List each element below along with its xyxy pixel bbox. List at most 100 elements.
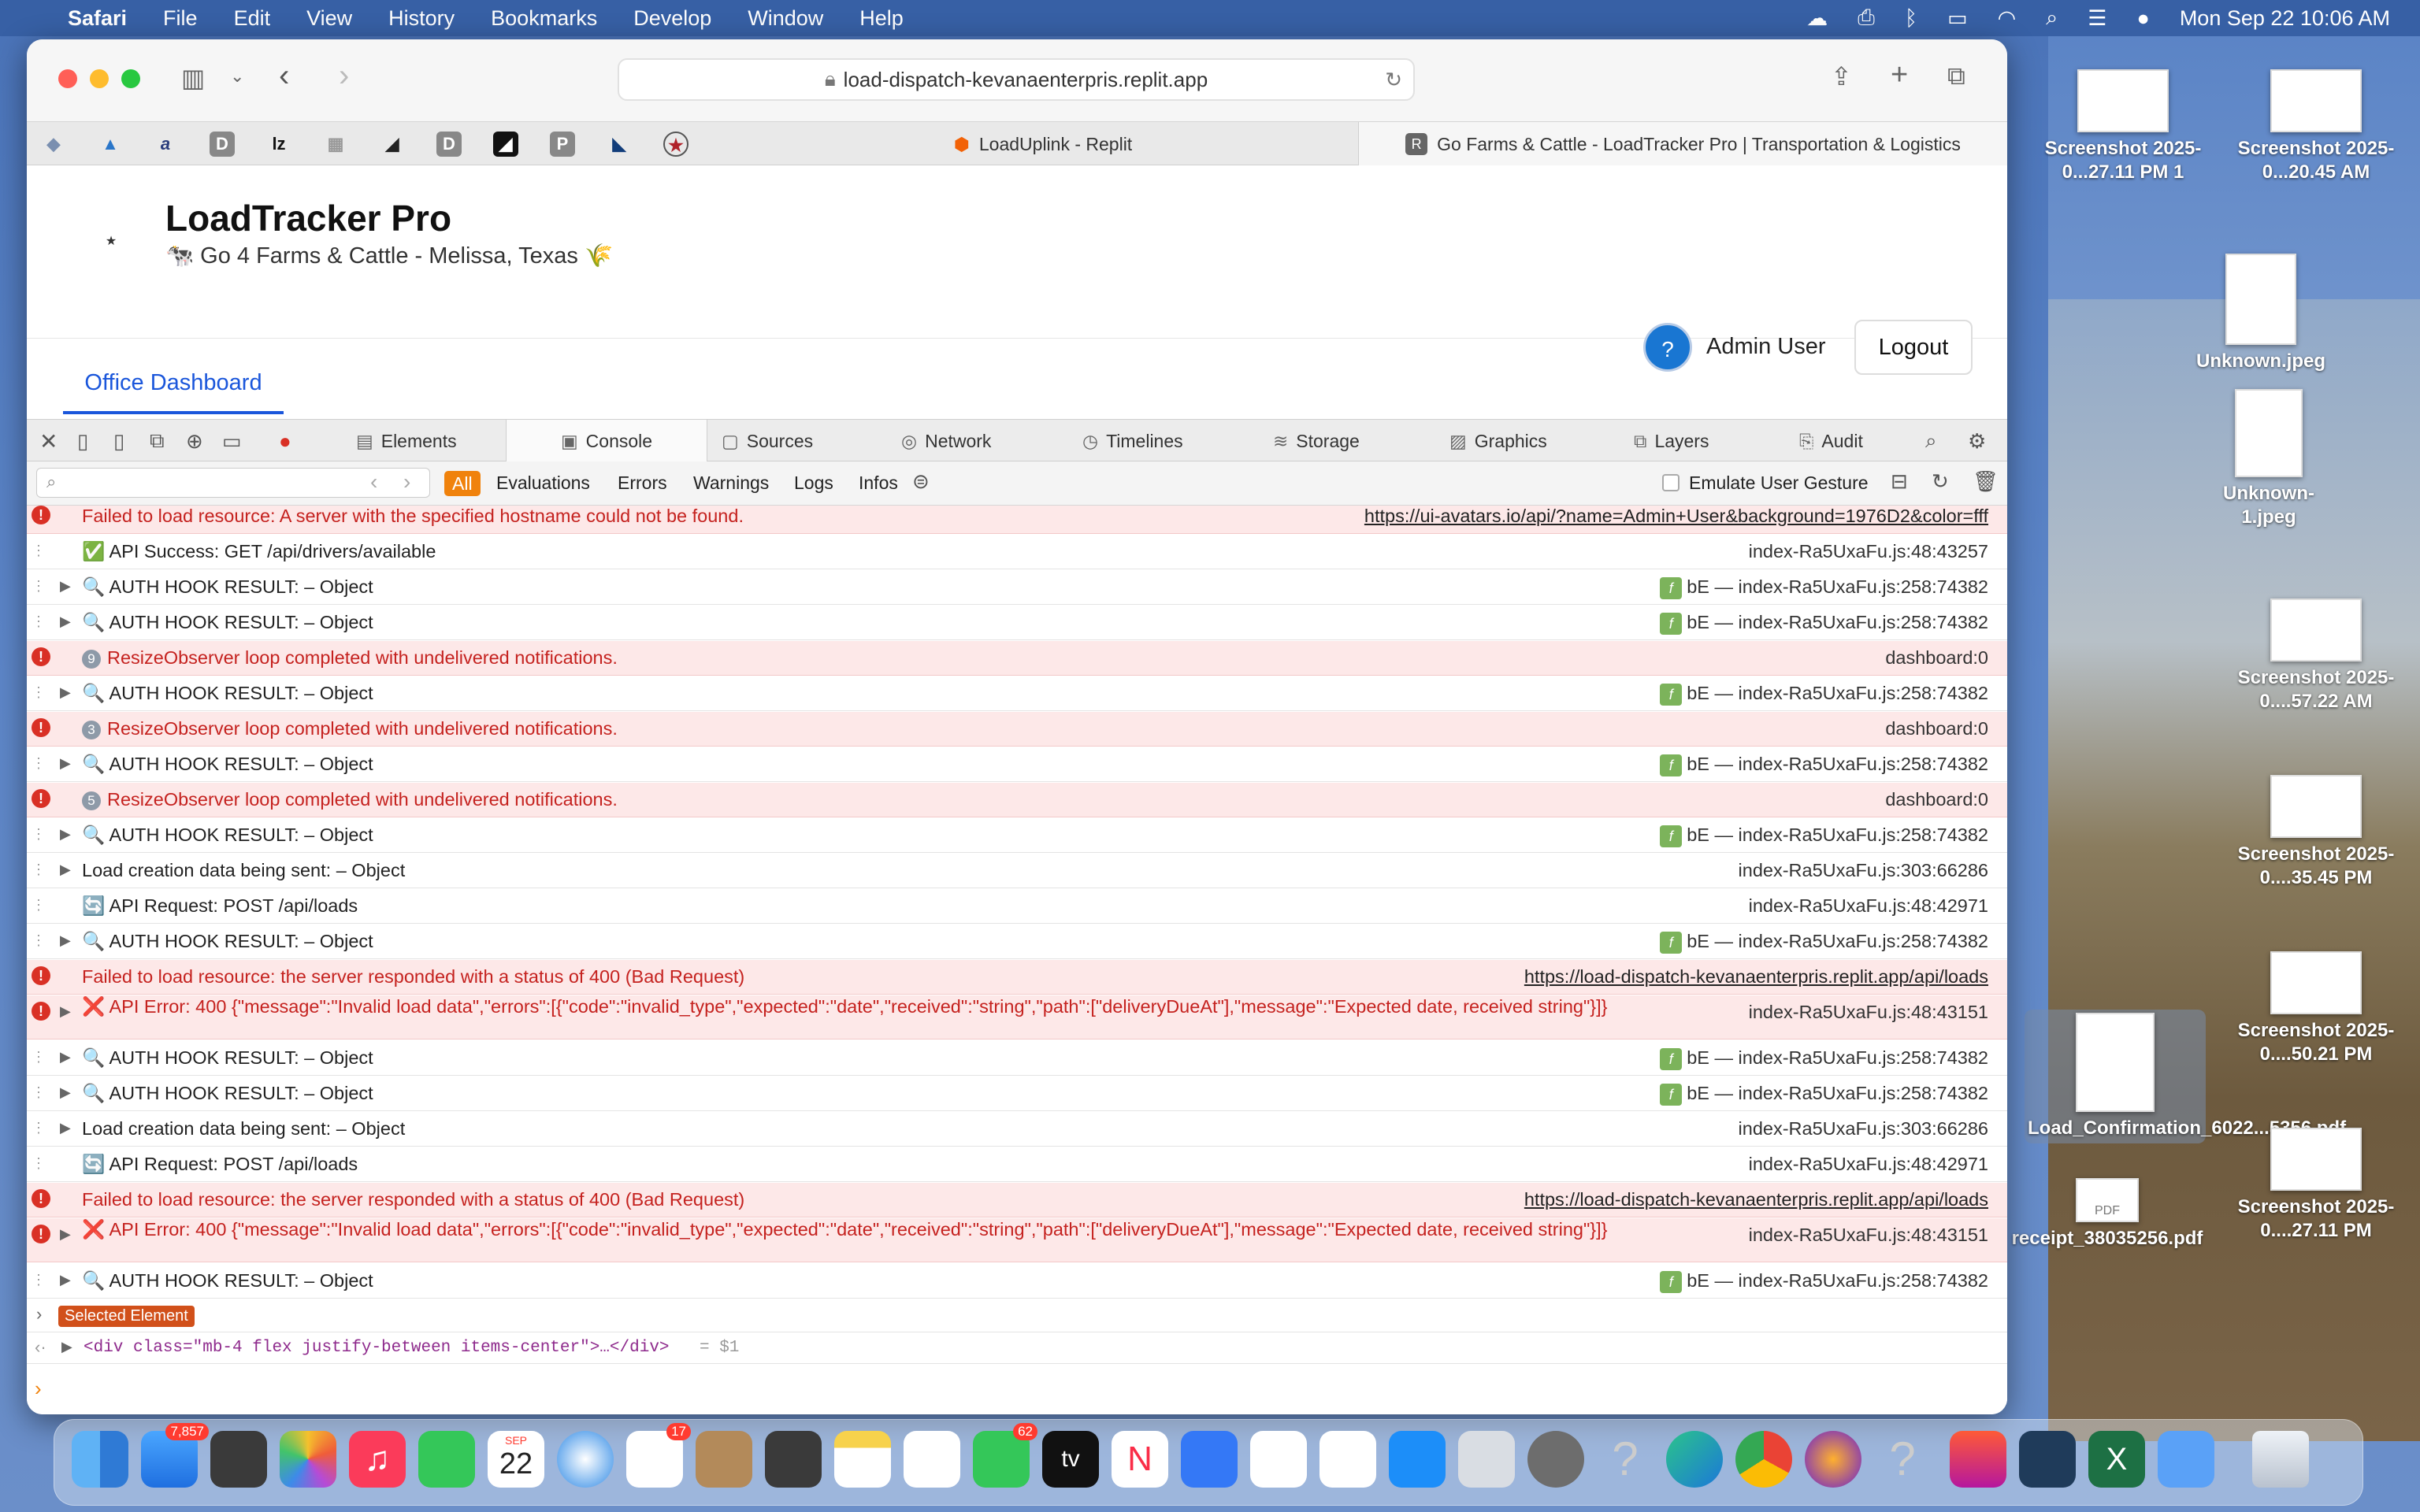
source-location[interactable]: index-Ra5UxaFu.js:258:74382 — [1739, 612, 1988, 632]
console-source[interactable]: fbE — index-Ra5UxaFu.js:258:74382 — [1660, 576, 1988, 599]
desktop-file-screenshot[interactable]: Screenshot 2025-0....57.22 AM — [2221, 598, 2411, 713]
close-window-button[interactable] — [58, 69, 77, 88]
tab-loadtracker-pro[interactable]: R Go Farms & Cattle - LoadTracker Pro | … — [1358, 122, 2007, 166]
chrome-icon[interactable] — [1735, 1431, 1792, 1488]
console-source[interactable]: fbE — index-Ra5UxaFu.js:258:74382 — [1660, 1047, 1988, 1070]
console-log-row[interactable]: ⋮ 🔄 API Request: POST /api/loads index-Ra5… — [27, 1147, 2007, 1182]
search-icon[interactable]: ⌕ — [1925, 420, 1937, 462]
tab-audit[interactable]: ⎘ Audit — [1799, 420, 1863, 462]
user-avatar[interactable]: ? — [1643, 323, 1692, 372]
back-button[interactable]: ‹ — [279, 58, 289, 94]
desktop-file-image[interactable]: Unknown-1.jpeg — [2198, 389, 2340, 529]
desktop-file-screenshot[interactable]: Screenshot 2025-0....35.45 PM — [2221, 775, 2411, 890]
tab-storage[interactable]: ≋ Storage — [1273, 420, 1360, 462]
console-log-row[interactable]: ⋮ ▶ Load creation data being sent: – Objec… — [27, 1112, 2007, 1147]
spotlight-search-icon[interactable]: ⌕ — [2046, 6, 2058, 31]
siri-icon[interactable]: ● — [2137, 6, 2150, 31]
expand-triangle-icon[interactable]: ▶ — [60, 932, 71, 949]
expand-triangle-icon[interactable]: ▶ — [60, 1272, 71, 1288]
console-source[interactable]: index-Ra5UxaFu.js:48:43257 — [1749, 541, 1988, 562]
tab-graphics[interactable]: ▨ Graphics — [1449, 420, 1547, 462]
source-location[interactable]: index-Ra5UxaFu.js:258:74382 — [1739, 931, 1988, 951]
contacts-icon[interactable] — [696, 1431, 752, 1488]
error-indicator-icon[interactable]: ● — [279, 420, 291, 462]
tab-sources[interactable]: ▢ Sources — [722, 420, 813, 462]
source-location[interactable]: https://load-dispatch-kevanaenterpris.re… — [1524, 1189, 1988, 1210]
expand-triangle-icon[interactable]: ▶ — [60, 578, 71, 595]
console-settings-icon[interactable]: ⊟ — [1891, 469, 1908, 494]
tab-network[interactable]: ◎ Network — [901, 420, 991, 462]
console-error-row[interactable]: ! ▶ ❌ API Error: 400 {"message":"Invalid l… — [27, 1218, 2007, 1262]
missing-app-icon[interactable]: ? — [1597, 1431, 1654, 1488]
selected-element-code[interactable]: <div class="mb-4 flex justify-between it… — [84, 1339, 670, 1357]
music-icon[interactable]: ♫ — [349, 1431, 406, 1488]
console-source[interactable]: fbE — index-Ra5UxaFu.js:258:74382 — [1660, 931, 1988, 954]
trash-icon[interactable] — [2252, 1431, 2309, 1488]
source-location[interactable]: dashboard:0 — [1885, 647, 1988, 668]
pinned-tab-favicon[interactable]: lz — [266, 132, 291, 157]
console-source[interactable]: dashboard:0 — [1885, 647, 1988, 669]
console-log-row[interactable]: ⋮ ▶ Load creation data being sent: – Objec… — [27, 854, 2007, 888]
desktop-file-screenshot[interactable]: Screenshot 2025-0....27.11 PM — [2221, 1128, 2411, 1243]
logout-button[interactable]: Logout — [1854, 320, 1973, 375]
reload-icon[interactable]: ↻ — [1932, 469, 1949, 494]
gear-icon[interactable]: ⚙ — [1968, 420, 1986, 462]
tab-overview-icon[interactable]: ⧉ — [1947, 61, 1965, 91]
inspect-element-icon[interactable]: ⊕ — [186, 420, 203, 462]
photos-icon[interactable] — [280, 1431, 336, 1488]
expand-triangle-icon[interactable]: ▶ — [61, 1339, 72, 1355]
console-source[interactable]: index-Ra5UxaFu.js:48:43151 — [1749, 1002, 1988, 1023]
source-location[interactable]: dashboard:0 — [1885, 718, 1988, 739]
menu-bookmarks[interactable]: Bookmarks — [491, 6, 597, 31]
console-log-row[interactable]: ⋮ ▶ 🔍 AUTH HOOK RESULT: – Object fbE — inde… — [27, 1264, 2007, 1299]
expand-triangle-icon[interactable]: ▶ — [60, 684, 71, 701]
tab-timelines[interactable]: ◷ Timelines — [1082, 420, 1183, 462]
console-error-row[interactable]: ! Failed to load resource: the server res… — [27, 1183, 2007, 1217]
source-location[interactable]: index-Ra5UxaFu.js:258:74382 — [1739, 576, 1988, 597]
source-location[interactable]: index-Ra5UxaFu.js:48:43257 — [1749, 541, 1988, 561]
menu-file[interactable]: File — [163, 6, 198, 31]
system-settings-icon[interactable] — [1527, 1431, 1584, 1488]
source-location[interactable]: https://ui-avatars.io/api/?name=Admin+Us… — [1364, 506, 1988, 526]
desktop-file-screenshot[interactable]: Screenshot 2025-0...20.45 AM — [2221, 69, 2411, 184]
source-location[interactable]: index-Ra5UxaFu.js:258:74382 — [1739, 754, 1988, 774]
chevron-down-icon[interactable]: ⌄ — [230, 66, 244, 87]
bluetooth-icon[interactable]: ᛒ — [1905, 6, 1917, 31]
tab-layers[interactable]: ⧉ Layers — [1634, 420, 1709, 462]
console-source[interactable]: https://load-dispatch-kevanaenterpris.re… — [1524, 1189, 1988, 1210]
console-source[interactable]: dashboard:0 — [1885, 789, 1988, 810]
filter-options-icon[interactable]: ⊜ — [912, 469, 930, 494]
address-bar[interactable]: 🔒︎ load-dispatch-kevanaenterpris.replit.… — [618, 58, 1415, 101]
pages-icon[interactable] — [1319, 1431, 1376, 1488]
clear-console-icon[interactable]: 🗑︎ — [1973, 469, 1999, 494]
menu-edit[interactable]: Edit — [234, 6, 271, 31]
console-error-row[interactable]: ! ▶ ❌ API Error: 400 {"message":"Invalid l… — [27, 995, 2007, 1040]
expand-triangle-icon[interactable]: ▶ — [60, 826, 71, 843]
news-icon[interactable]: N — [1112, 1431, 1168, 1488]
minimize-window-button[interactable] — [90, 69, 109, 88]
calendar-icon[interactable]: SEP 22 — [488, 1431, 544, 1488]
safari-icon[interactable] — [557, 1431, 614, 1488]
console-source[interactable]: fbE — index-Ra5UxaFu.js:258:74382 — [1660, 612, 1988, 635]
app-store-icon[interactable] — [1389, 1431, 1446, 1488]
share-icon[interactable]: ⇪ — [1831, 61, 1852, 91]
tab-loaduplink-replit[interactable]: ⬢ LoadUplink - Replit — [704, 122, 1382, 166]
menu-help[interactable]: Help — [859, 6, 904, 31]
filter-logs[interactable]: Logs — [794, 472, 833, 494]
console-log-row[interactable]: ⋮ ▶ 🔍 AUTH HOOK RESULT: – Object fbE — inde… — [27, 818, 2007, 853]
console-log-row[interactable]: ⋮ ▶ 🔍 AUTH HOOK RESULT: – Object fbE — inde… — [27, 570, 2007, 605]
source-location[interactable]: index-Ra5UxaFu.js:303:66286 — [1739, 1118, 1988, 1139]
freeform-icon[interactable] — [904, 1431, 960, 1488]
filter-infos[interactable]: Infos — [859, 472, 898, 494]
expand-triangle-icon[interactable]: ▶ — [60, 1120, 71, 1136]
keynote-icon[interactable] — [1181, 1431, 1238, 1488]
console-source[interactable]: https://ui-avatars.io/api/?name=Admin+Us… — [1364, 506, 1988, 527]
messages-icon[interactable]: 62 — [973, 1423, 1037, 1488]
tab-office-dashboard[interactable]: Office Dashboard — [63, 354, 284, 414]
source-location[interactable]: index-Ra5UxaFu.js:258:74382 — [1739, 683, 1988, 703]
dock-right-icon[interactable]: ▯ — [113, 420, 124, 462]
console-log-row[interactable]: ⋮ ▶ 🔍 AUTH HOOK RESULT: – Object fbE — inde… — [27, 606, 2007, 640]
source-location[interactable]: index-Ra5UxaFu.js:258:74382 — [1739, 1047, 1988, 1068]
console-source[interactable]: https://load-dispatch-kevanaenterpris.re… — [1524, 966, 1988, 988]
printer-icon[interactable]: ⎙ — [1858, 6, 1875, 31]
